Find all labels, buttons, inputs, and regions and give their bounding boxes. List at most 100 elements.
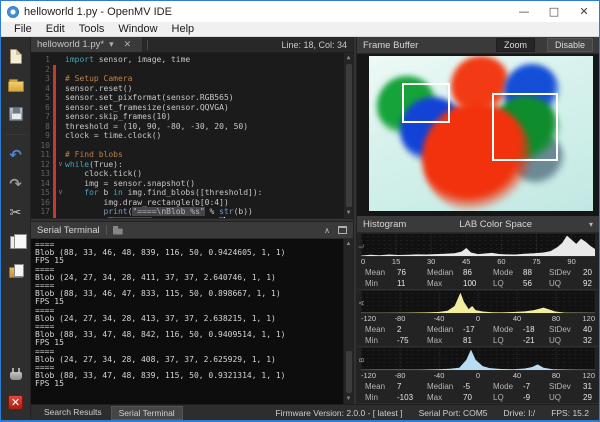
blob-detection-rectangle [492, 93, 558, 161]
tick-label: -80 [395, 314, 406, 323]
code-editor[interactable]: 1import sensor, image, time23# Setup Cam… [31, 53, 353, 218]
connect-button[interactable] [5, 362, 27, 384]
code-text: clock.tick() [65, 169, 142, 179]
editor-tab[interactable]: helloworld 1.py* ▾ ✕ [31, 37, 143, 52]
fold-marker[interactable]: ∨ [56, 188, 65, 198]
editor-tab-bar: helloworld 1.py* ▾ ✕ Line: 18, Col: 34 [31, 37, 353, 53]
menu-tools[interactable]: Tools [72, 23, 112, 35]
scroll-up-icon[interactable]: ▲ [347, 53, 351, 63]
stat-value: -17 [463, 324, 493, 335]
copy-button[interactable] [5, 231, 27, 253]
blob-detection-rectangle [402, 83, 450, 123]
stats-row: Min11Max100LQ56UQ92 [357, 278, 599, 289]
new-file-icon [10, 49, 22, 64]
histogram-title: Histogram [363, 219, 406, 230]
menu-file[interactable]: File [7, 23, 39, 35]
fold-marker [56, 103, 65, 113]
terminal-scroll-up-icon[interactable]: ▲ [346, 239, 352, 249]
stat-value: -9 [523, 392, 549, 403]
stat-label: StDev [549, 381, 583, 392]
stat-label: StDev [549, 267, 583, 278]
terminal-line: Blob (88, 33, 46, 48, 839, 116, 50, 0.94… [35, 249, 343, 257]
statusbar-tab-search-results[interactable]: Search Results [37, 406, 109, 420]
redo-button[interactable]: ↷ [5, 173, 27, 195]
stat-value: -103 [397, 392, 427, 403]
paste-button[interactable] [5, 260, 27, 282]
new-file-button[interactable] [5, 45, 27, 67]
code-text: sensor.skip_frames(10) [65, 112, 171, 122]
stat-value: 76 [397, 267, 427, 278]
terminal-scrollbar[interactable]: ▲ ▼ [343, 239, 353, 404]
stat-value: 81 [463, 335, 493, 346]
open-file-button[interactable] [5, 74, 27, 96]
cut-button[interactable]: ✂ [5, 202, 27, 224]
stat-label: Mean [365, 324, 397, 335]
fold-marker [56, 112, 65, 122]
axis-ticks: -120-80-4004080120 [361, 314, 595, 324]
undo-button[interactable]: ↶ [5, 144, 27, 166]
tab-close-icon[interactable]: ✕ [119, 39, 137, 50]
disconnect-icon: ✕ [8, 395, 23, 410]
histogram-chart-l: L [361, 234, 595, 257]
stats-row: Mean2Median-17Mode-18StDev40 [357, 324, 599, 335]
tab-dropdown-icon[interactable]: ▾ [104, 39, 119, 50]
chevron-down-icon[interactable]: ▾ [585, 220, 593, 229]
close-button[interactable]: ✕ [569, 1, 599, 22]
save-button[interactable] [5, 103, 27, 125]
stats-row: Mean76Median86Mode88StDev20 [357, 267, 599, 278]
stats-row: Mean7Median-5Mode-7StDev31 [357, 381, 599, 392]
code-line: 4sensor.reset() [31, 84, 343, 94]
stat-value: -18 [523, 324, 549, 335]
code-line: 8threshold = (10, 90, -80, -30, 20, 50) [31, 122, 343, 132]
send-icon[interactable] [113, 226, 123, 235]
stat-label: Median [427, 267, 463, 278]
line-number: 14 [31, 179, 53, 189]
fold-marker [56, 141, 65, 151]
toolbar-separator [6, 134, 26, 135]
scroll-down-icon[interactable]: ▼ [347, 208, 351, 218]
stats-row: Min-75Max81LQ-21UQ32 [357, 335, 599, 346]
menu-window[interactable]: Window [111, 23, 164, 35]
collapse-icon[interactable]: ∧ [324, 226, 330, 235]
axis-ticks: 0153045607590 [361, 257, 595, 267]
maximize-button[interactable]: □ [539, 1, 569, 22]
code-text: threshold = (10, 90, -80, -30, 20, 50) [65, 122, 248, 132]
statusbar-tab-serial-terminal[interactable]: Serial Terminal [111, 406, 183, 420]
tick-label: 40 [513, 314, 521, 323]
serial-terminal-output[interactable]: ====Blob (88, 33, 46, 48, 839, 116, 50, … [31, 239, 353, 404]
stat-value: 11 [397, 278, 427, 289]
terminal-line: FPS 15 [35, 380, 343, 388]
fold-marker [56, 207, 65, 217]
channel-label: B [359, 357, 366, 362]
code-text: img.draw_rectangle(b[0:4]) [65, 198, 229, 208]
stat-value: 20 [583, 267, 592, 278]
fold-marker [56, 150, 65, 160]
code-text: img = sensor.snapshot() [65, 179, 195, 189]
line-number: 3 [31, 74, 53, 84]
stat-label: UQ [549, 335, 583, 346]
stat-label: LQ [493, 392, 523, 403]
openmv-ide-window: helloworld 1.py - OpenMV IDE — □ ✕ FileE… [0, 0, 600, 422]
code-line: 1import sensor, image, time [31, 55, 343, 65]
line-number: 6 [31, 103, 53, 113]
menu-bar: FileEditToolsWindowHelp [1, 22, 599, 37]
zoom-button[interactable]: Zoom [496, 38, 535, 52]
code-text: sensor.reset() [65, 84, 132, 94]
fold-marker[interactable]: ∨ [56, 160, 65, 170]
editor-scrollbar[interactable]: ▲ ▼ [343, 53, 353, 218]
code-line: 7sensor.skip_frames(10) [31, 112, 343, 122]
menu-help[interactable]: Help [165, 23, 202, 35]
detach-window-icon[interactable] [338, 226, 347, 234]
menu-edit[interactable]: Edit [39, 23, 72, 35]
fold-marker [56, 84, 65, 94]
terminal-scroll-down-icon[interactable]: ▼ [346, 394, 352, 404]
serial-terminal-header: Serial Terminal ∧ [31, 222, 353, 239]
terminal-scroll-thumb[interactable] [346, 351, 352, 393]
code-text: for b in img.find_blobs([threshold]): [65, 188, 263, 198]
minimize-button[interactable]: — [509, 1, 539, 22]
editor-scroll-thumb[interactable] [346, 64, 352, 207]
disconnect-button[interactable]: ✕ [5, 391, 27, 413]
disable-button[interactable]: Disable [547, 38, 593, 52]
color-space-dropdown[interactable]: LAB Color Space [406, 219, 585, 230]
code-line: 10 [31, 141, 343, 151]
